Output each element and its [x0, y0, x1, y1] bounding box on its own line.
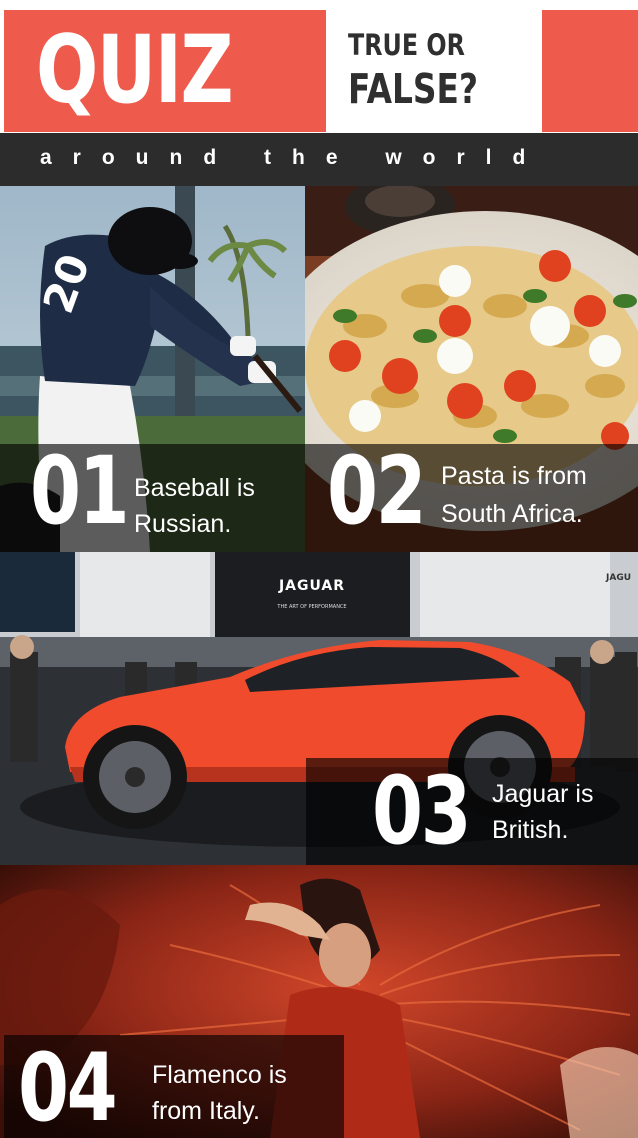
header: QUIZ TRUE OR FALSE? — [0, 0, 638, 133]
item-number: 01 — [30, 437, 130, 546]
caption-panel: 03 Jaguar is British. — [306, 757, 638, 865]
false-text: FALSE? — [348, 65, 478, 113]
true-false-block: TRUE OR FALSE? — [326, 10, 542, 132]
item-statement-line2: British. — [492, 816, 569, 844]
caption-panel: 04 Flamenco is from Italy. — [4, 1034, 344, 1138]
quiz-item-baseball: 20 01 Baseball is Russian. — [0, 186, 305, 552]
subtitle: around the world — [40, 146, 547, 169]
item-statement-line1: Jaguar is — [492, 780, 594, 808]
item-number: 03 — [372, 757, 472, 865]
caption-panel: 02 Pasta is from South Africa. — [305, 437, 638, 552]
quiz-item-jaguar: JAGUAR THE ART OF PERFORMANCE JAGU 03 Ja… — [0, 552, 638, 865]
item-statement-line1: Baseball is — [134, 474, 255, 502]
item-statement-line2: Russian. — [134, 510, 232, 538]
subtitle-bar: around the world — [0, 133, 638, 186]
item-statement-line1: Pasta is from — [441, 462, 587, 490]
jaguar-logo-right-text: JAGU — [605, 573, 631, 583]
quiz-item-pasta: 02 Pasta is from South Africa. — [305, 186, 638, 552]
item-statement-line1: Flamenco is — [152, 1061, 287, 1089]
item-statement-line2: from Italy. — [152, 1097, 260, 1125]
quiz-infographic: QUIZ TRUE OR FALSE? around the world 20 … — [0, 0, 638, 1138]
jaguar-logo-text: JAGUAR — [278, 578, 345, 594]
jaguar-slogan-text: THE ART OF PERFORMANCE — [276, 604, 346, 610]
quiz-title-block: QUIZ — [4, 10, 326, 132]
accent-block — [542, 10, 638, 132]
quiz-title: QUIZ — [36, 16, 234, 125]
item-statement-line2: South Africa. — [441, 500, 583, 528]
item-number: 04 — [18, 1034, 118, 1138]
caption-panel: 01 Baseball is Russian. — [0, 437, 305, 552]
quiz-item-flamenco: 04 Flamenco is from Italy. — [0, 865, 638, 1138]
item-number: 02 — [327, 437, 427, 546]
true-or-text: TRUE OR — [348, 28, 465, 62]
